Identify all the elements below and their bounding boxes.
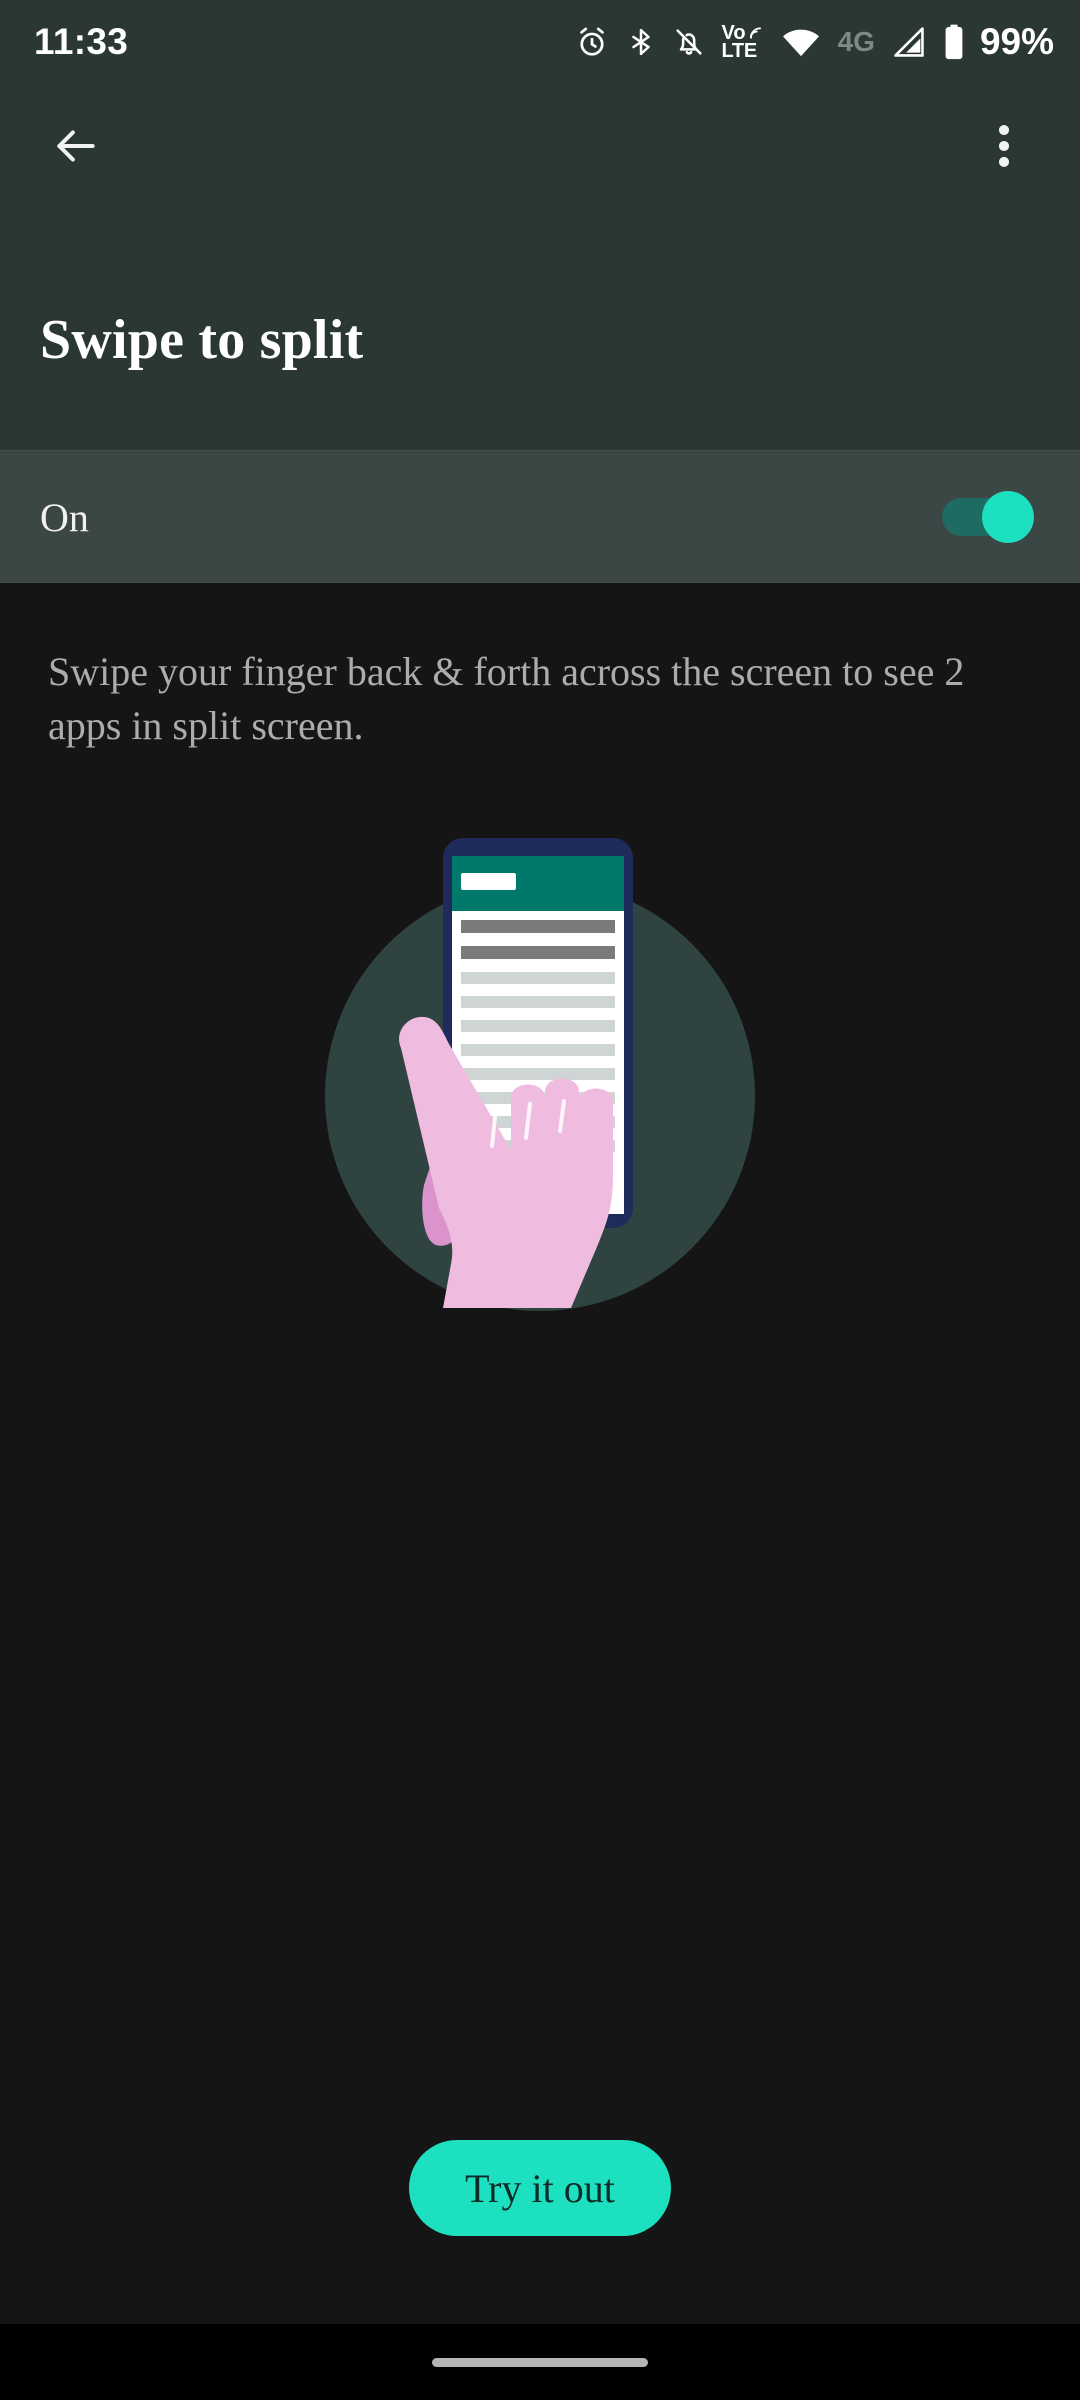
master-switch-label: On — [40, 494, 89, 540]
volte-bottom-text: LTE — [721, 40, 758, 62]
master-switch-row[interactable]: On — [0, 450, 1080, 583]
bluetooth-icon — [626, 25, 656, 59]
page-title: Swipe to split — [40, 309, 364, 371]
master-switch-toggle[interactable] — [942, 491, 1034, 543]
status-bar-clock: 11:33 — [34, 21, 129, 62]
battery-percent-label: 99% — [979, 21, 1054, 62]
back-button[interactable] — [34, 104, 118, 188]
app-bar-actions — [34, 84, 1046, 194]
content-area: Swipe your finger back & forth across th… — [0, 583, 1080, 2324]
network-4g-label: 4G — [837, 26, 875, 57]
try-it-out-button[interactable]: Try it out — [409, 2140, 671, 2236]
overflow-menu-button[interactable] — [962, 104, 1046, 188]
cta-container: Try it out — [0, 2140, 1080, 2324]
system-nav-bar — [0, 2324, 1080, 2400]
vibrate-off-icon — [673, 25, 705, 59]
illustration-container — [0, 816, 1080, 1376]
status-bar-icons: Vo LTE 4G 99% — [575, 21, 1054, 63]
status-bar: 11:33 Vo LTE 4G 99% — [0, 0, 1080, 84]
home-gesture-pill[interactable] — [432, 2357, 648, 2367]
back-arrow-icon — [57, 130, 95, 162]
app-bar: Swipe to split — [0, 84, 1080, 450]
swipe-to-split-illustration — [325, 837, 755, 1311]
volte-icon: Vo LTE — [721, 22, 764, 62]
switch-thumb — [982, 491, 1034, 543]
wifi-icon — [781, 25, 821, 59]
alarm-icon — [575, 25, 609, 59]
more-vertical-icon — [998, 124, 1010, 168]
signal-icon — [892, 25, 926, 59]
phone-screen: 11:33 Vo LTE 4G 99% Swipe to split On Sw… — [0, 0, 1080, 2400]
description-text: Swipe your finger back & forth across th… — [48, 649, 965, 749]
battery-icon — [943, 24, 965, 60]
